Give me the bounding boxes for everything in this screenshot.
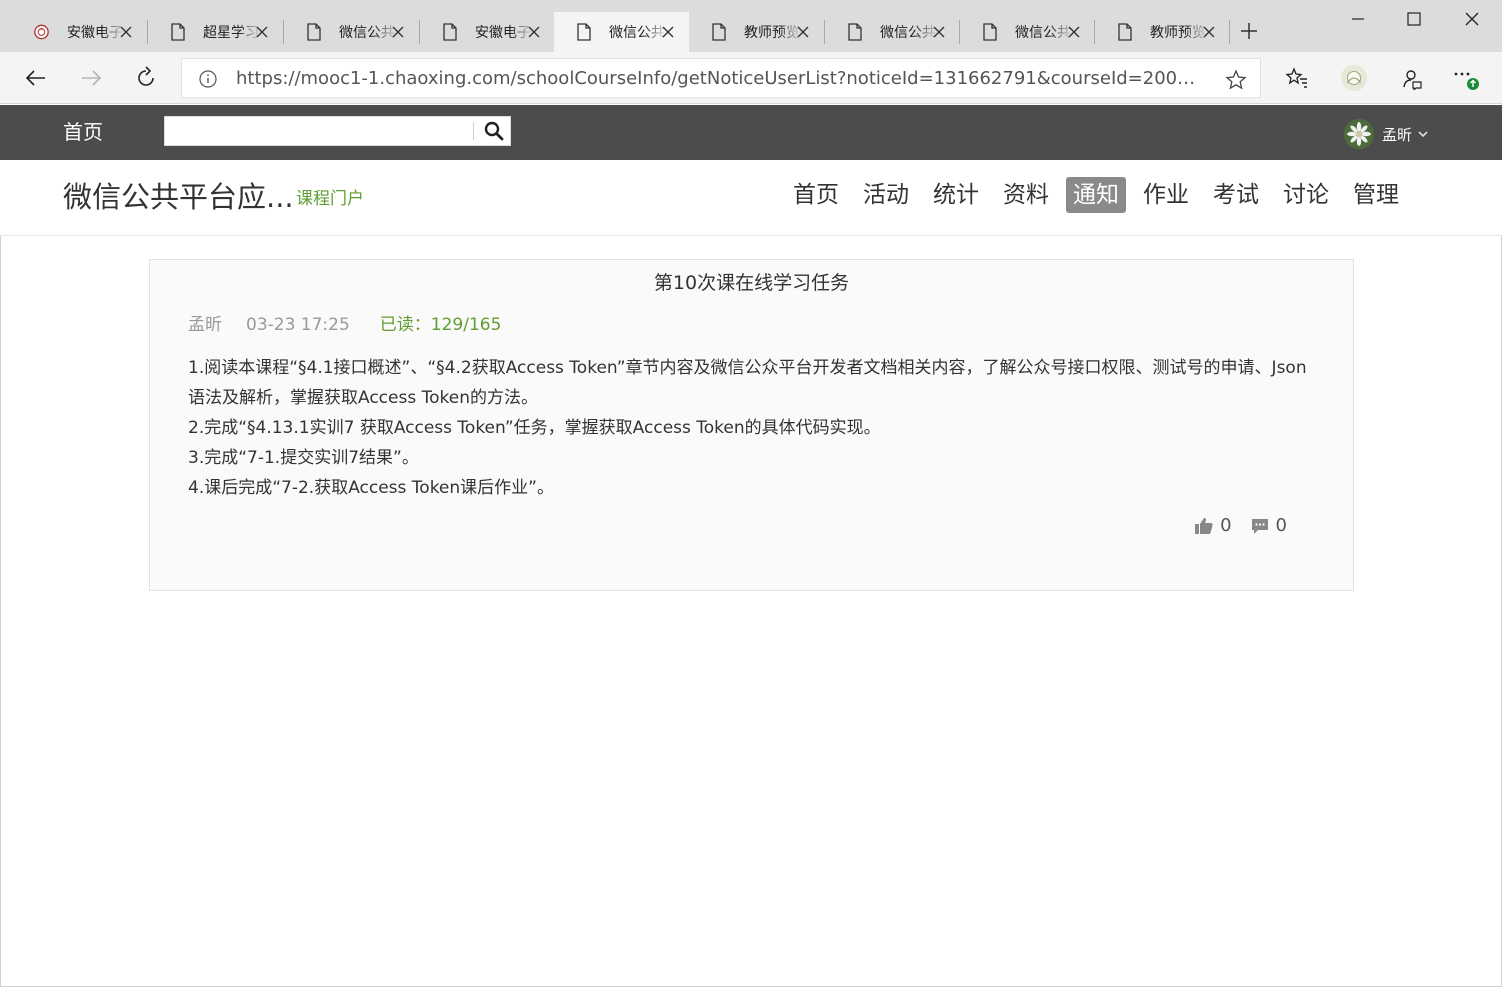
refresh-button[interactable] xyxy=(132,64,160,92)
browser-tab[interactable]: 微信公共 xyxy=(960,12,1095,52)
favorites-list-icon xyxy=(1285,67,1307,88)
nav-exam[interactable]: 考试 xyxy=(1206,177,1266,213)
maximize-icon xyxy=(1407,12,1421,26)
comment-button[interactable]: 0 xyxy=(1250,515,1287,536)
plus-icon xyxy=(1241,23,1257,39)
course-nav: 首页 活动 统计 资料 通知 作业 考试 讨论 管理 xyxy=(786,177,1416,213)
notice-time: 03-23 17:25 xyxy=(246,315,350,335)
browser-tab[interactable]: 微信公共 xyxy=(284,12,419,52)
tab-divider xyxy=(1229,20,1230,44)
read-count-link[interactable]: 已读：129/165 xyxy=(380,314,502,336)
notice-author: 孟昕 xyxy=(188,315,222,335)
notice-card: 第10次课在线学习任务 孟昕 03-23 17:25 已读：129/165 1.… xyxy=(149,259,1354,591)
profile-button[interactable] xyxy=(1340,64,1368,92)
close-icon[interactable] xyxy=(794,23,812,41)
thumbs-up-icon xyxy=(1195,517,1213,534)
site-emblem-icon xyxy=(34,23,49,41)
notice-paragraph: 3.完成“7-1.提交实训7结果”。 xyxy=(188,448,419,468)
browser-tab-strip: 安徽电子 超星学习 微信公共 安徽电子 微信公共 教师预览 微信公共 微信公共 … xyxy=(0,0,1502,52)
page-icon xyxy=(847,23,862,41)
url-text[interactable]: https://mooc1-1.chaoxing.com/schoolCours… xyxy=(236,69,1206,89)
nav-manage[interactable]: 管理 xyxy=(1346,177,1406,213)
close-icon xyxy=(1465,12,1479,26)
page-icon xyxy=(576,23,591,41)
maximize-button[interactable] xyxy=(1394,6,1434,32)
comment-icon xyxy=(1251,518,1268,534)
notice-paragraph: 4.课后完成“7-2.获取Access Token课后作业”。 xyxy=(188,478,554,498)
browser-tab[interactable]: 教师预览 xyxy=(1095,12,1230,52)
nav-notice[interactable]: 通知 xyxy=(1066,177,1126,213)
browser-tab[interactable]: 安徽电子 xyxy=(420,12,555,52)
refresh-icon xyxy=(138,66,154,86)
profile-avatar-icon xyxy=(1340,64,1368,92)
favorites-button[interactable] xyxy=(1283,64,1311,92)
favorite-star-icon[interactable] xyxy=(1224,68,1248,92)
notice-actions: 0 0 xyxy=(1176,515,1287,536)
page-icon xyxy=(306,23,321,41)
address-bar[interactable]: https://mooc1-1.chaoxing.com/schoolCours… xyxy=(181,58,1261,98)
page-icon xyxy=(170,23,185,41)
browser-tab-active[interactable]: 微信公共 xyxy=(554,12,689,52)
nav-activity[interactable]: 活动 xyxy=(856,177,916,213)
nav-materials[interactable]: 资料 xyxy=(996,177,1056,213)
reading-view-button[interactable] xyxy=(1397,64,1425,92)
user-name: 孟昕 xyxy=(1382,125,1413,144)
minimize-icon xyxy=(1352,18,1364,20)
page-icon xyxy=(1117,23,1132,41)
browser-toolbar: https://mooc1-1.chaoxing.com/schoolCours… xyxy=(0,52,1502,104)
arrow-left-icon xyxy=(25,70,45,86)
course-header: 微信公共平台应... 课程门户 首页 活动 统计 资料 通知 作业 考试 讨论 … xyxy=(0,160,1502,236)
course-title[interactable]: 微信公共平台应... xyxy=(63,178,294,216)
settings-menu-button[interactable] xyxy=(1452,64,1480,92)
search-input[interactable] xyxy=(165,117,473,145)
close-icon[interactable] xyxy=(930,23,948,41)
forward-button[interactable] xyxy=(77,64,105,92)
notice-paragraph: 1.阅读本课程“§4.1接口概述”、“§4.2获取Access Token”章节… xyxy=(188,358,1307,408)
browser-tab[interactable]: 超星学习 xyxy=(148,12,283,52)
nav-homework[interactable]: 作业 xyxy=(1136,177,1196,213)
search-icon xyxy=(484,121,504,141)
close-icon[interactable] xyxy=(1200,23,1218,41)
close-window-button[interactable] xyxy=(1452,6,1492,32)
nav-home[interactable]: 首页 xyxy=(786,177,846,213)
minimize-button[interactable] xyxy=(1338,6,1378,32)
close-icon[interactable] xyxy=(659,23,677,41)
close-icon[interactable] xyxy=(389,23,407,41)
site-top-bar: 首页 孟昕 xyxy=(0,105,1502,160)
feedback-icon xyxy=(1403,70,1422,90)
flower-avatar-icon xyxy=(1344,119,1374,149)
nav-statistics[interactable]: 统计 xyxy=(926,177,986,213)
notice-body: 1.阅读本课程“§4.1接口概述”、“§4.2获取Access Token”章节… xyxy=(188,353,1318,503)
browser-tab[interactable]: 教师预览 xyxy=(689,12,824,52)
like-count: 0 xyxy=(1220,515,1232,536)
page-icon xyxy=(442,23,457,41)
close-icon[interactable] xyxy=(117,23,135,41)
notice-meta: 孟昕 03-23 17:25 已读：129/165 xyxy=(188,314,501,336)
close-icon[interactable] xyxy=(1065,23,1083,41)
course-portal-link[interactable]: 课程门户 xyxy=(296,188,364,210)
browser-tab[interactable]: 微信公共 xyxy=(825,12,960,52)
arrow-right-icon xyxy=(82,70,102,86)
search-button[interactable] xyxy=(477,117,511,145)
avatar xyxy=(1344,119,1374,149)
close-icon[interactable] xyxy=(525,23,543,41)
like-button[interactable]: 0 xyxy=(1194,515,1232,536)
site-search xyxy=(164,116,511,146)
close-icon[interactable] xyxy=(253,23,271,41)
info-icon[interactable] xyxy=(198,69,218,89)
notice-title: 第10次课在线学习任务 xyxy=(653,272,850,294)
new-tab-button[interactable] xyxy=(1238,20,1260,42)
back-button[interactable] xyxy=(22,64,50,92)
more-dots-icon xyxy=(1454,72,1479,90)
page-icon xyxy=(711,23,726,41)
comment-count: 0 xyxy=(1275,515,1287,536)
site-home-link[interactable]: 首页 xyxy=(63,119,103,145)
chevron-down-icon xyxy=(1418,130,1428,138)
nav-discussion[interactable]: 讨论 xyxy=(1276,177,1336,213)
page-icon xyxy=(982,23,997,41)
notice-paragraph: 2.完成“§4.13.1实训7 获取Access Token”任务，掌握获取Ac… xyxy=(188,418,881,438)
search-divider xyxy=(473,122,474,140)
browser-tab[interactable]: 安徽电子 xyxy=(12,12,147,52)
user-menu[interactable]: 孟昕 xyxy=(1344,119,1428,149)
